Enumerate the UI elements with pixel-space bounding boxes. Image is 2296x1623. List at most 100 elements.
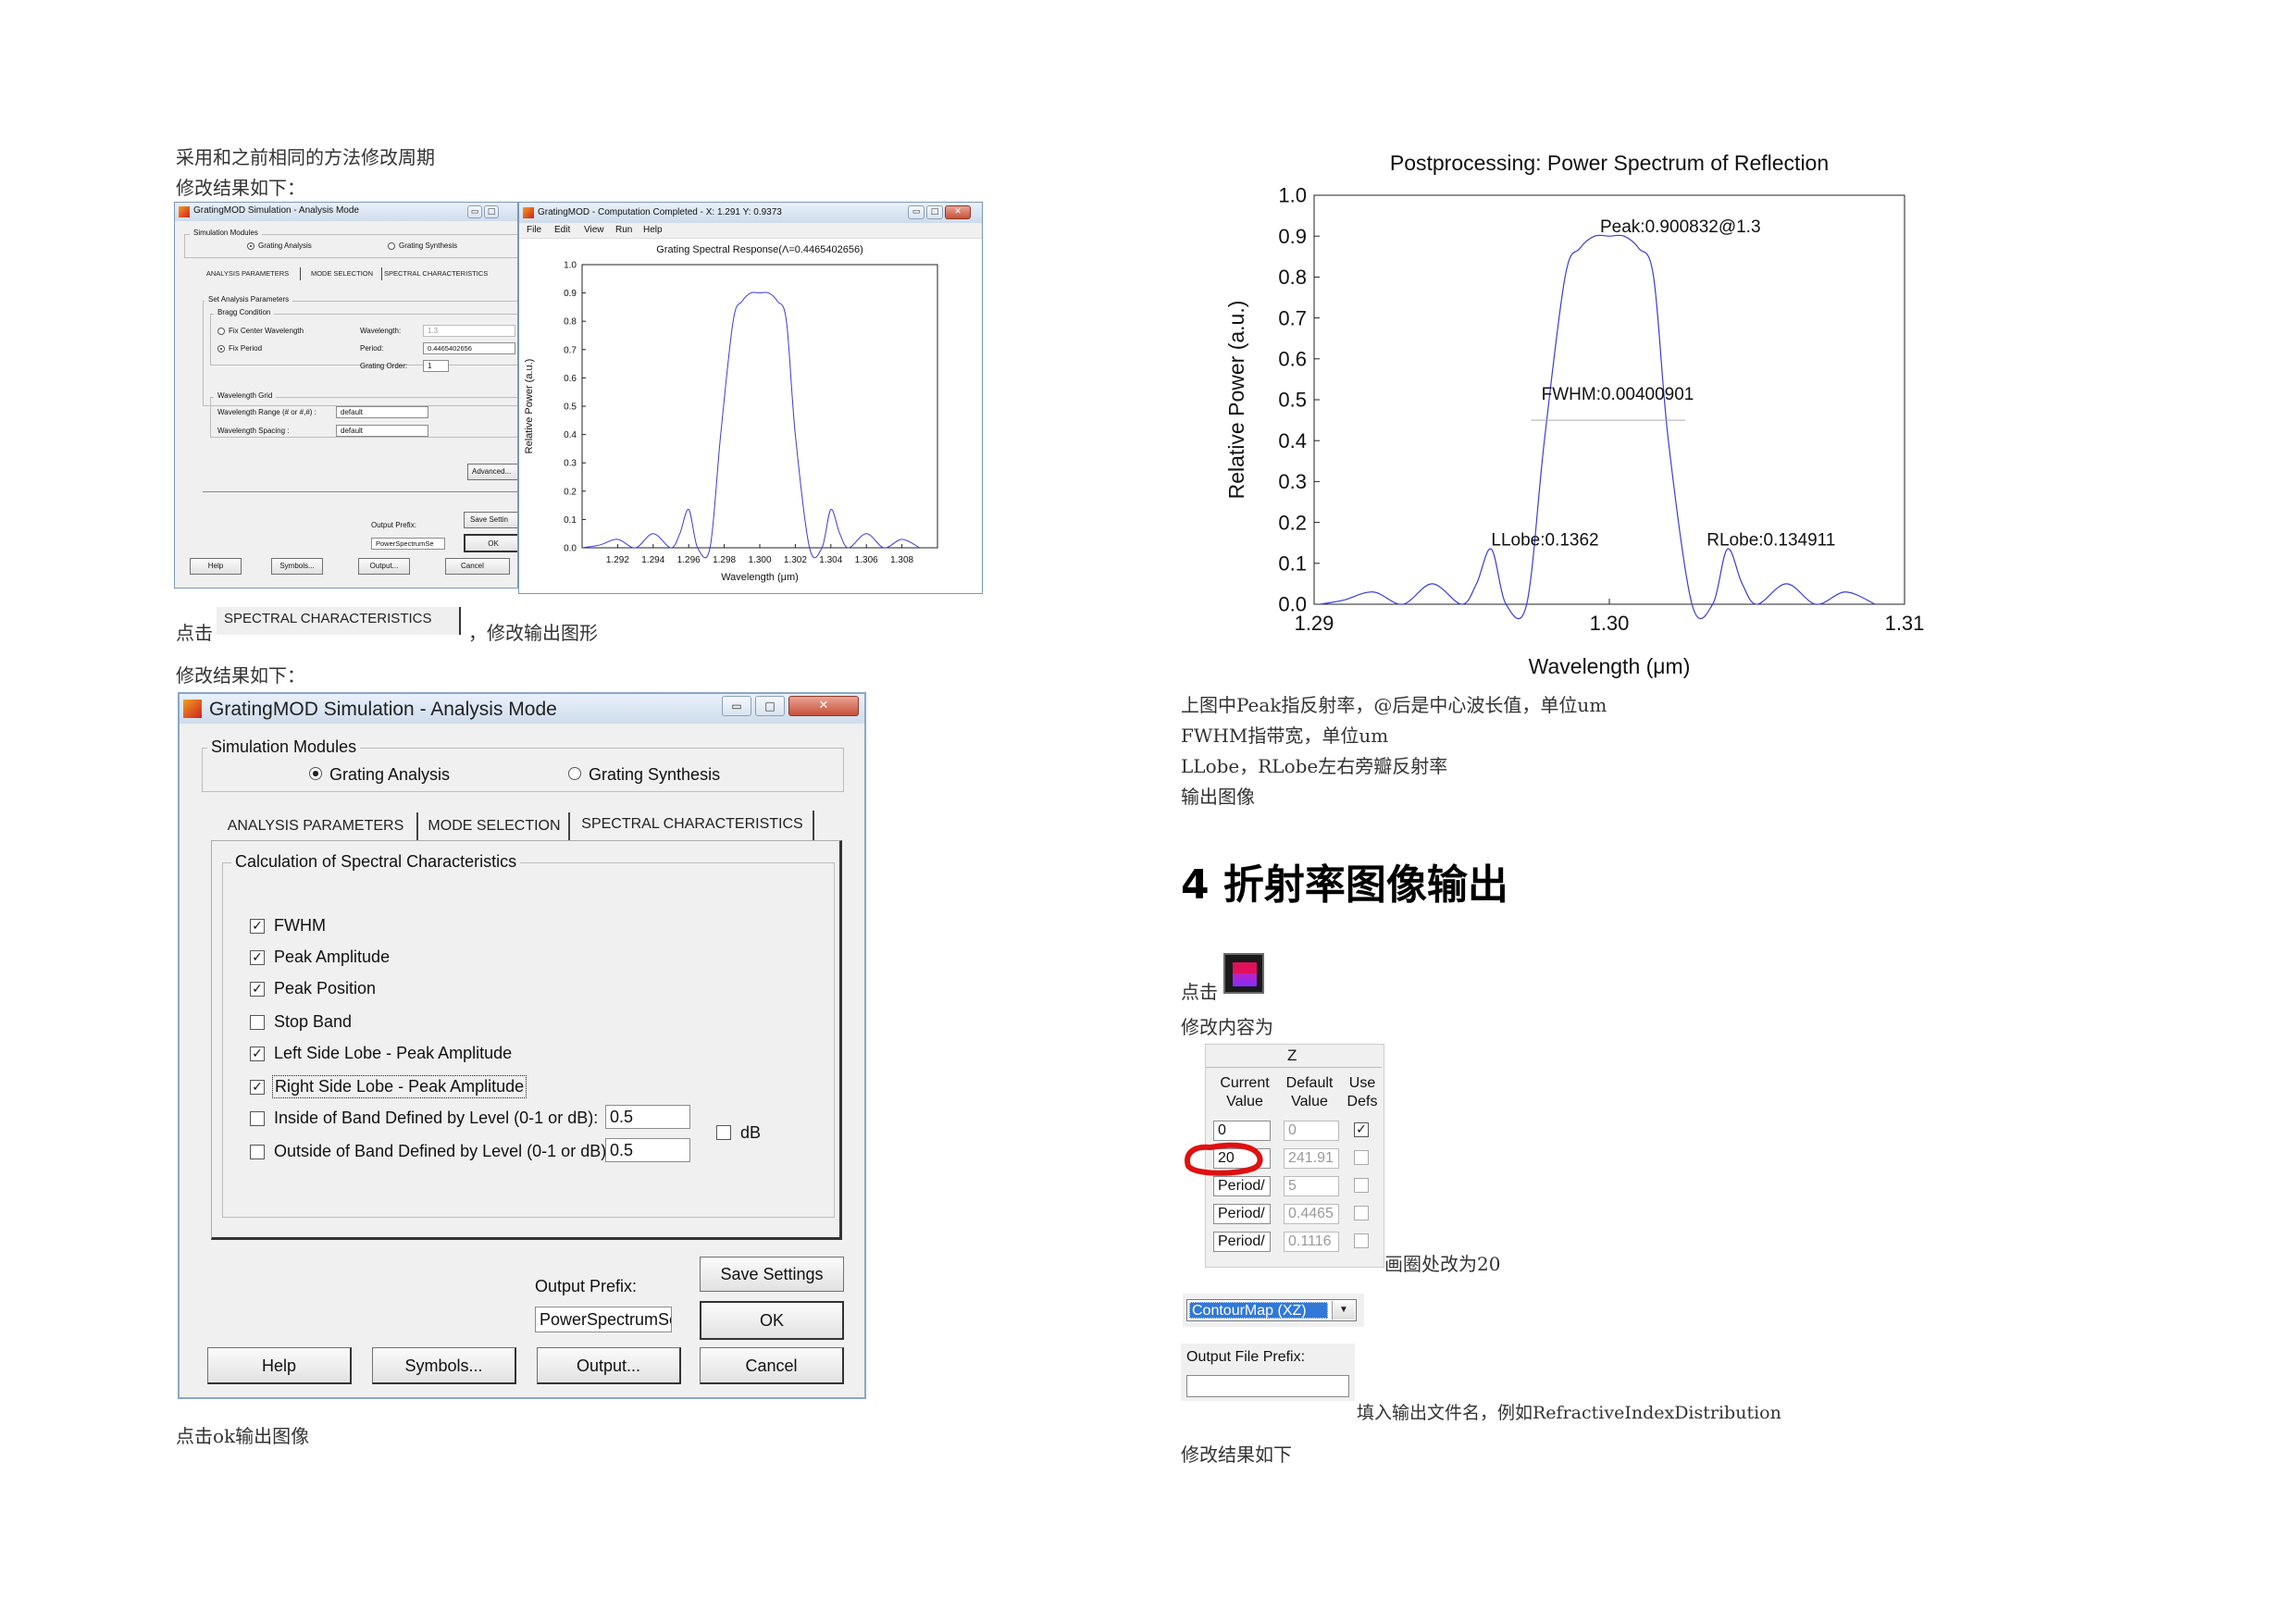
close-button[interactable]: ✕ (788, 696, 859, 716)
minimize-button[interactable]: ▭ (908, 205, 925, 219)
y-axis-label: Relative Power (a.u.) (1224, 301, 1248, 500)
inside-band-field[interactable]: 0.5 (605, 1105, 690, 1129)
ok-button[interactable]: OK (464, 534, 517, 552)
header-current: Current Value (1220, 1075, 1270, 1109)
default-value-field: 0.4465 (1284, 1204, 1339, 1224)
plot-type-dropdown[interactable]: ContourMap (XZ) ▼ (1186, 1299, 1357, 1321)
maximize-button[interactable]: □ (755, 696, 785, 716)
x-tick-label: 1.31 (1885, 612, 1925, 635)
output-prefix-label: Output Prefix: (535, 1277, 638, 1295)
menu-bar: File Edit View Run Help (519, 223, 982, 239)
grating-synthesis-radio[interactable] (388, 242, 395, 250)
fix-center-radio[interactable] (217, 328, 225, 335)
grating-synthesis-radio[interactable] (568, 767, 581, 780)
output-file-prefix-field[interactable] (1186, 1375, 1349, 1397)
current-value-field[interactable]: 0 (1213, 1121, 1271, 1141)
current-value-field[interactable]: Period/ (1213, 1232, 1271, 1252)
peak-annotation: Peak:0.900832@1.3 (1600, 217, 1761, 237)
advanced-button[interactable]: Advanced... (467, 464, 517, 480)
maximize-button[interactable]: □ (484, 205, 499, 218)
minimize-button[interactable]: ▭ (467, 205, 482, 218)
tab-mode-selection[interactable]: MODE SELECTION (420, 812, 570, 840)
wavelength-field[interactable]: 1.3 (423, 325, 515, 337)
y-tick-label: 0.9 (1278, 225, 1307, 248)
chevron-down-icon[interactable]: ▼ (1332, 1301, 1355, 1319)
menu-help[interactable]: Help (643, 225, 663, 235)
minimize-button[interactable]: ▭ (722, 696, 751, 716)
window-title: GratingMOD Simulation - Analysis Mode (209, 699, 557, 720)
left-side-lobe-label: Left Side Lobe - Peak Amplitude (274, 1044, 513, 1062)
grating-order-label: Grating Order: (360, 362, 408, 370)
circle-note: 画圈处改为20 (1384, 1253, 1501, 1275)
symbols-button[interactable]: Symbols... (372, 1347, 516, 1384)
stop-band-checkbox[interactable] (250, 1015, 265, 1030)
grating-analysis-radio[interactable] (309, 767, 322, 780)
x-axis-label: Wavelength (μm) (721, 572, 799, 583)
grating-analysis-radio[interactable] (247, 242, 254, 250)
bragg-label: Bragg Condition (214, 308, 275, 316)
dropdown-container: ContourMap (XZ) ▼ (1183, 1294, 1364, 1327)
result-note: 修改结果如下 (1181, 1443, 1292, 1466)
ok-button[interactable]: OK (700, 1301, 844, 1340)
use-defs-checkbox[interactable] (1354, 1178, 1369, 1193)
help-button[interactable]: Help (207, 1347, 352, 1384)
left-side-lobe-checkbox[interactable]: ✓ (250, 1047, 265, 1061)
chart-title: Postprocessing: Power Spectrum of Reflec… (1390, 151, 1829, 175)
x-tick-label: 1.294 (641, 555, 664, 565)
y-tick-label: 0.0 (564, 544, 577, 554)
period-field[interactable]: 0.4465402656 (423, 342, 515, 354)
help-button[interactable]: Help (190, 558, 242, 575)
tab-mode-selection[interactable]: MODE SELECTION (303, 267, 382, 280)
use-defs-checkbox[interactable]: ✓ (1354, 1122, 1369, 1137)
y-tick-label: 0.4 (1278, 429, 1307, 452)
inside-band-label: Inside of Band Defined by Level (0-1 or … (274, 1109, 599, 1127)
peak-position-checkbox[interactable]: ✓ (250, 982, 265, 997)
use-defs-checkbox[interactable] (1354, 1206, 1369, 1220)
right-side-lobe-checkbox[interactable]: ✓ (250, 1080, 265, 1095)
calculation-label: Calculation of Spectral Characteristics (231, 852, 521, 872)
menu-edit[interactable]: Edit (554, 225, 570, 235)
symbols-button[interactable]: Symbols... (271, 558, 323, 575)
note-output-image: 输出图像 (1181, 786, 1255, 808)
outside-band-checkbox[interactable] (250, 1145, 265, 1159)
output-prefix-field[interactable]: PowerSpectrumSe (371, 538, 445, 550)
outside-band-field[interactable]: 0.5 (605, 1138, 690, 1162)
peak-amplitude-checkbox[interactable]: ✓ (250, 950, 265, 965)
x-tick-label: 1.29 (1295, 612, 1334, 635)
save-settings-button[interactable]: Save Settin (464, 512, 517, 528)
fix-period-radio[interactable] (217, 345, 225, 353)
maximize-button[interactable]: □ (926, 205, 943, 219)
y-tick-label: 1.0 (564, 261, 577, 271)
cancel-button[interactable]: Cancel (445, 558, 510, 575)
output-prefix-field[interactable]: PowerSpectrumSe (535, 1307, 672, 1332)
plot-area (581, 264, 938, 549)
y-tick-label: 0.8 (564, 317, 577, 328)
fwhm-checkbox[interactable]: ✓ (250, 919, 265, 934)
save-settings-button[interactable]: Save Settings (700, 1257, 844, 1292)
menu-run[interactable]: Run (615, 225, 632, 235)
app-icon (523, 207, 534, 218)
grating-order-field[interactable]: 1 (423, 360, 449, 372)
tab-spectral-characteristics[interactable]: SPECTRAL CHARACTERISTICS (384, 267, 514, 280)
close-button[interactable]: ✕ (945, 205, 971, 219)
menu-file[interactable]: File (527, 225, 541, 235)
y-tick-label: 0.7 (1278, 306, 1307, 329)
default-value-field: 241.91 (1284, 1148, 1339, 1169)
db-checkbox[interactable] (716, 1125, 731, 1140)
wavelength-range-field[interactable]: default (336, 406, 428, 418)
use-defs-checkbox[interactable] (1354, 1233, 1369, 1248)
z-table-title: Z (1287, 1047, 1297, 1064)
tab-spectral-characteristics[interactable]: SPECTRAL CHARACTERISTICS (572, 811, 814, 840)
x-axis-label: Wavelength (μm) (1529, 654, 1691, 678)
menu-view[interactable]: View (584, 225, 604, 235)
inside-band-checkbox[interactable] (250, 1111, 265, 1126)
tab-analysis-parameters[interactable]: ANALYSIS PARAMETERS (215, 812, 418, 840)
current-value-field[interactable]: Period/ (1213, 1204, 1271, 1224)
wavelength-spacing-field[interactable]: default (336, 425, 428, 437)
output-button[interactable]: Output... (358, 558, 410, 575)
cancel-button[interactable]: Cancel (700, 1347, 844, 1384)
x-tick-label: 1.300 (748, 555, 771, 565)
use-defs-checkbox[interactable] (1354, 1150, 1369, 1165)
output-button[interactable]: Output... (537, 1347, 681, 1384)
tab-analysis-parameters[interactable]: ANALYSIS PARAMETERS (195, 267, 301, 280)
